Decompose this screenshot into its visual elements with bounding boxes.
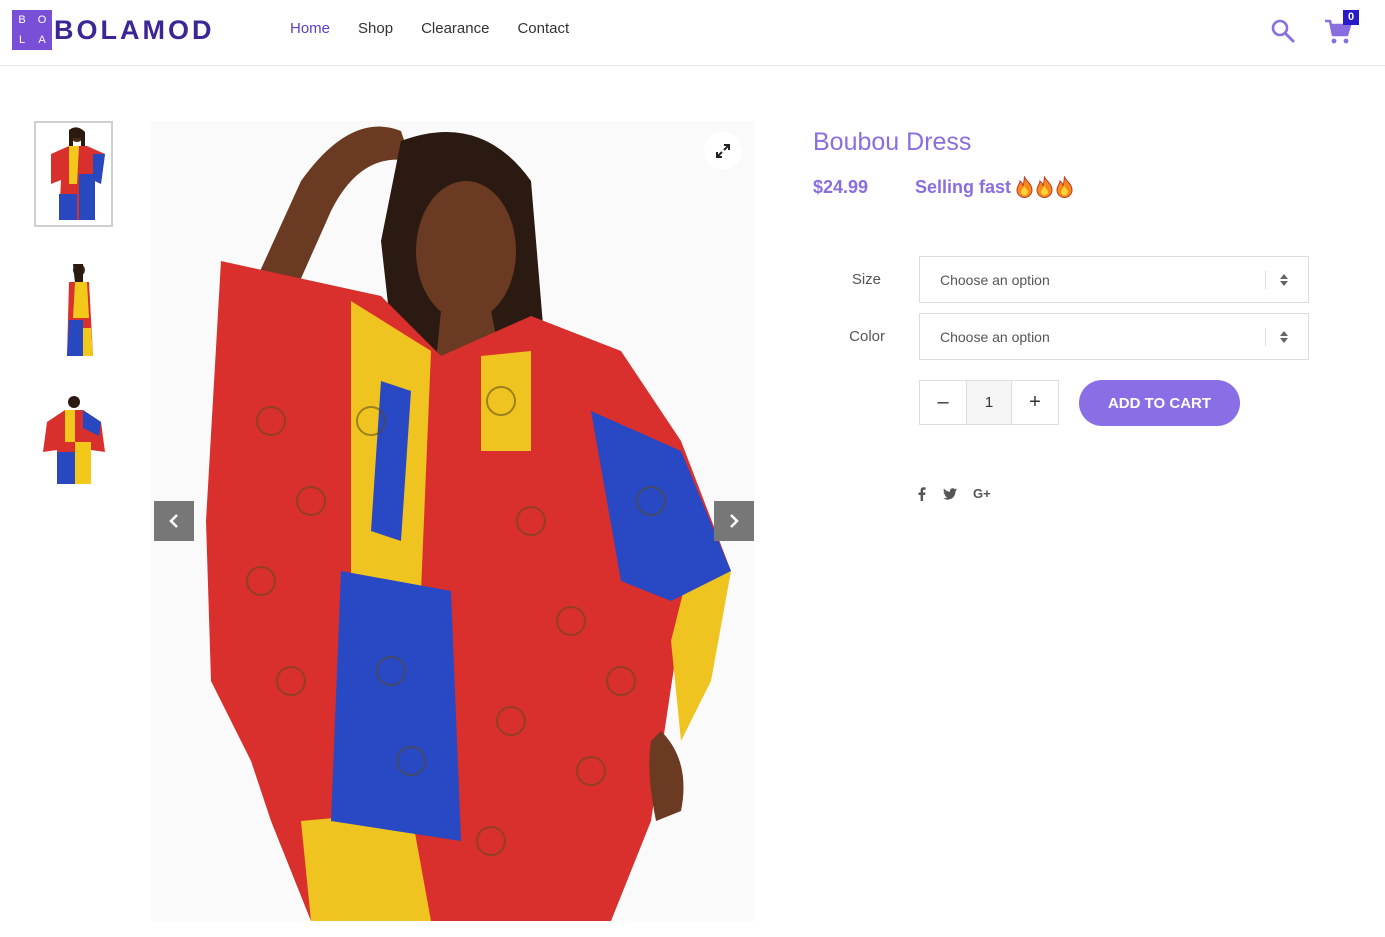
site-header: B O L A BOLAMOD Home Shop Clearance Cont… bbox=[0, 0, 1385, 66]
nav-item-home[interactable]: Home bbox=[290, 20, 330, 37]
selling-fast-badge: Selling fast bbox=[915, 176, 1074, 198]
size-select-value: Choose an option bbox=[940, 271, 1050, 288]
selling-fast-label: Selling fast bbox=[915, 176, 1012, 197]
logo-mark: B O L A bbox=[12, 10, 52, 50]
product-title: Boubou Dress bbox=[813, 128, 972, 156]
gallery-next-button[interactable] bbox=[714, 501, 754, 541]
thumbnail-back[interactable] bbox=[34, 389, 113, 495]
size-select[interactable]: Choose an option bbox=[919, 256, 1309, 303]
quantity-input[interactable]: 1 bbox=[966, 381, 1012, 424]
facebook-icon[interactable] bbox=[917, 486, 927, 501]
dress-thumbnail-image bbox=[50, 127, 105, 220]
sort-arrows-icon bbox=[1280, 274, 1288, 286]
logo-letter: O bbox=[37, 13, 47, 26]
expand-icon-glyph bbox=[716, 144, 730, 158]
main-nav: Home Shop Clearance Contact bbox=[290, 20, 569, 37]
expand-icon[interactable] bbox=[704, 132, 742, 170]
color-label: Color bbox=[849, 328, 885, 345]
flame-group bbox=[1015, 176, 1074, 198]
product-price: $24.99 bbox=[813, 177, 869, 197]
size-label: Size bbox=[851, 271, 881, 288]
cart-count-badge: 0 bbox=[1343, 10, 1359, 25]
select-divider bbox=[1265, 328, 1266, 346]
gallery-prev-button[interactable] bbox=[154, 501, 194, 541]
select-divider bbox=[1265, 271, 1266, 289]
nav-item-contact[interactable]: Contact bbox=[517, 20, 569, 37]
thumbnail-list bbox=[34, 121, 113, 523]
sort-arrows-icon bbox=[1280, 331, 1288, 343]
dress-thumbnail-image bbox=[66, 264, 93, 356]
search-icon[interactable] bbox=[1270, 18, 1296, 44]
thumbnail-front[interactable] bbox=[34, 121, 113, 227]
nav-item-clearance[interactable]: Clearance bbox=[421, 20, 489, 37]
fire-icon bbox=[1016, 176, 1033, 198]
color-select[interactable]: Choose an option bbox=[919, 313, 1309, 360]
product-main-image[interactable] bbox=[151, 121, 754, 921]
fire-icon bbox=[1036, 176, 1053, 198]
brand-name: BOLAMOD bbox=[54, 14, 215, 45]
dress-thumbnail-image bbox=[42, 396, 105, 484]
quantity-stepper: – 1 + bbox=[919, 380, 1059, 425]
logo-letter: L bbox=[18, 33, 26, 46]
thumbnail-side[interactable] bbox=[34, 255, 113, 361]
quantity-decrease-button[interactable]: – bbox=[920, 381, 966, 424]
google-plus-icon[interactable]: G+ bbox=[973, 486, 991, 501]
fire-icon bbox=[1056, 176, 1073, 198]
color-select-value: Choose an option bbox=[940, 328, 1050, 345]
logo-letter: B bbox=[18, 13, 26, 26]
twitter-icon[interactable] bbox=[943, 487, 957, 500]
site-logo[interactable]: B O L A BOLAMOD bbox=[12, 10, 214, 50]
chevron-right-icon bbox=[730, 514, 739, 528]
quantity-increase-button[interactable]: + bbox=[1012, 381, 1058, 424]
nav-item-shop[interactable]: Shop bbox=[358, 20, 393, 37]
dress-photo bbox=[151, 121, 754, 921]
add-to-cart-button[interactable]: ADD TO CART bbox=[1079, 380, 1240, 426]
social-share: G+ bbox=[917, 486, 991, 501]
chevron-left-icon bbox=[169, 514, 178, 528]
logo-letter: A bbox=[38, 33, 46, 46]
